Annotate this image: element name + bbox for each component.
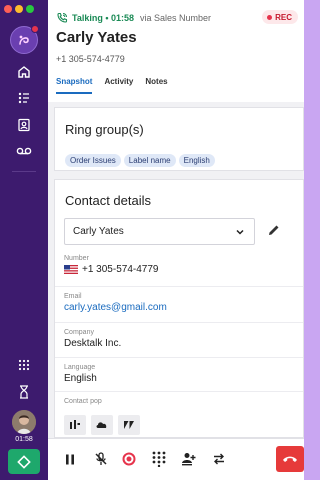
field-divider	[55, 286, 303, 287]
add-participant-icon[interactable]	[179, 449, 199, 469]
maximize-window-dot[interactable]	[26, 5, 34, 13]
phone-active-icon	[57, 12, 68, 23]
us-flag-icon	[64, 265, 78, 274]
company-value: Desktalk Inc.	[64, 338, 122, 349]
contact-select-value: Carly Yates	[73, 226, 124, 237]
call-control-bar	[48, 438, 304, 480]
integration-app-icon[interactable]	[64, 415, 86, 435]
tab-notes[interactable]: Notes	[145, 77, 167, 94]
ring-group-chips: Order Issues Label name English	[65, 150, 218, 168]
apps-grid-icon[interactable]	[14, 355, 34, 375]
email-label: Email	[64, 293, 82, 300]
recording-label: REC	[275, 12, 292, 22]
company-label: Company	[64, 329, 94, 336]
ring-group-chip[interactable]: English	[178, 154, 215, 167]
field-divider	[55, 322, 303, 323]
hangup-icon[interactable]	[276, 446, 304, 472]
call-status: Talking • 01:58 via Sales Number	[56, 12, 211, 24]
number-value[interactable]: +1 305-574-4779	[82, 264, 158, 275]
call-panel: Talking • 01:58 via Sales Number REC Car…	[48, 0, 304, 480]
mute-icon[interactable]	[91, 449, 111, 469]
rail-divider	[12, 171, 36, 172]
notification-badge	[31, 25, 39, 33]
contact-pop-label: Contact pop	[64, 398, 102, 405]
number-label: Number	[64, 255, 89, 262]
tab-snapshot[interactable]: Snapshot	[56, 77, 93, 94]
edit-pencil-icon[interactable]	[267, 223, 281, 237]
logo-icon[interactable]	[10, 25, 39, 54]
language-value: English	[64, 373, 97, 384]
integration-zendesk-icon[interactable]	[118, 415, 140, 435]
home-icon[interactable]	[14, 62, 34, 82]
email-field: Email carly.yates@gmail.com	[64, 293, 303, 313]
tab-activity[interactable]: Activity	[104, 77, 133, 94]
chevron-down-icon	[236, 229, 244, 235]
transfer-icon[interactable]	[209, 449, 229, 469]
contact-details-card: Contact details Carly Yates Number +1 30…	[54, 179, 304, 438]
ring-groups-card: Ring group(s) Order Issues Label name Engl…	[54, 107, 304, 171]
email-value[interactable]: carly.yates@gmail.com	[64, 302, 303, 313]
recording-badge[interactable]: REC	[262, 10, 298, 24]
call-header: Talking • 01:58 via Sales Number REC Car…	[48, 0, 304, 102]
ring-groups-title: Ring group(s)	[65, 122, 144, 137]
ring-group-chip[interactable]: Order Issues	[65, 154, 121, 167]
avatar[interactable]	[12, 410, 36, 434]
number-field: Number +1 305-574-4779	[64, 255, 303, 275]
via-line-text: via Sales Number	[140, 13, 212, 23]
contacts-icon[interactable]	[14, 115, 34, 135]
record-icon[interactable]	[119, 449, 139, 469]
window-controls	[4, 5, 34, 13]
language-label: Language	[64, 364, 96, 371]
status-text: Talking • 01:58	[72, 13, 135, 23]
contact-pop-field: Contact pop	[64, 398, 303, 437]
minimize-window-dot[interactable]	[15, 5, 23, 13]
tab-bar: Snapshot Activity Notes	[56, 77, 168, 94]
language-field: Language English	[64, 364, 303, 384]
call-timer: 01:58	[15, 436, 33, 443]
record-dot-icon	[267, 14, 273, 20]
close-window-dot[interactable]	[4, 5, 12, 13]
list-icon[interactable]	[14, 88, 34, 108]
contact-name: Carly Yates	[56, 29, 137, 46]
company-field: Company Desktalk Inc.	[64, 329, 303, 349]
contact-details-title: Contact details	[65, 193, 151, 208]
contact-phone: +1 305-574-4779	[56, 54, 125, 64]
field-divider	[55, 391, 303, 392]
timer-icon[interactable]	[14, 382, 34, 402]
ring-group-chip[interactable]: Label name	[123, 154, 176, 167]
pause-icon[interactable]	[60, 449, 80, 469]
keypad-icon[interactable]	[149, 449, 169, 469]
field-divider	[55, 357, 303, 358]
contact-select[interactable]: Carly Yates	[64, 218, 255, 245]
app-rail: 01:58	[0, 0, 48, 480]
voicemail-icon[interactable]	[14, 141, 34, 161]
integration-cloud-icon[interactable]	[91, 415, 113, 435]
live-call-icon[interactable]	[8, 449, 40, 474]
